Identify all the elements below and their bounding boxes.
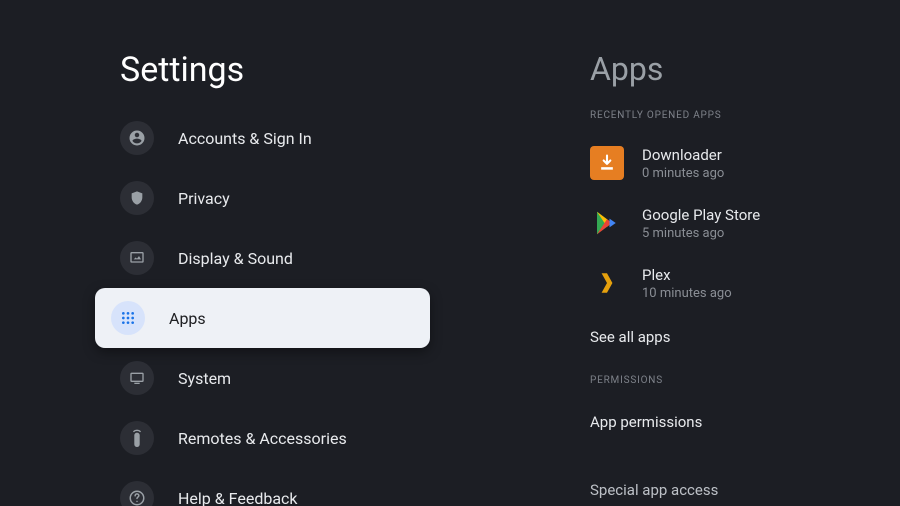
- apps-grid-icon: [111, 301, 145, 335]
- app-subtext: 5 minutes ago: [642, 226, 760, 241]
- app-name: Plex: [642, 266, 732, 284]
- shield-icon: [120, 181, 154, 215]
- play-store-icon: [590, 206, 624, 240]
- app-row-downloader[interactable]: Downloader 0 minutes ago: [590, 133, 860, 193]
- downloader-icon: [590, 146, 624, 180]
- section-header-permissions: PERMISSIONS: [590, 375, 860, 386]
- app-name: Downloader: [642, 146, 724, 164]
- sidebar-item-label: Display & Sound: [178, 249, 293, 268]
- sidebar-item-label: Remotes & Accessories: [178, 429, 347, 448]
- help-icon: [120, 481, 154, 506]
- app-row-plex[interactable]: Plex 10 minutes ago: [590, 253, 860, 313]
- section-header-recent: RECENTLY OPENED APPS: [590, 110, 860, 121]
- settings-menu: Accounts & Sign In Privacy Display & Sou…: [0, 108, 470, 506]
- sidebar-item-display-sound[interactable]: Display & Sound: [0, 228, 470, 288]
- sidebar-item-privacy[interactable]: Privacy: [0, 168, 470, 228]
- sidebar-item-accounts[interactable]: Accounts & Sign In: [0, 108, 470, 168]
- app-row-play-store[interactable]: Google Play Store 5 minutes ago: [590, 193, 860, 253]
- apps-panel: Apps RECENTLY OPENED APPS Downloader 0 m…: [470, 0, 900, 506]
- app-permissions-link[interactable]: App permissions: [590, 398, 860, 446]
- plex-icon: [590, 266, 624, 300]
- sidebar-item-label: Help & Feedback: [178, 489, 298, 506]
- image-icon: [120, 241, 154, 275]
- sidebar-item-label: System: [178, 369, 231, 388]
- settings-sidebar: Settings Accounts & Sign In Privacy Disp…: [0, 0, 470, 506]
- app-subtext: 0 minutes ago: [642, 166, 724, 181]
- sidebar-item-apps[interactable]: Apps: [95, 288, 430, 348]
- sidebar-item-remotes[interactable]: Remotes & Accessories: [0, 408, 470, 468]
- remote-icon: [120, 421, 154, 455]
- account-circle-icon: [120, 121, 154, 155]
- app-subtext: 10 minutes ago: [642, 286, 732, 301]
- sidebar-item-label: Accounts & Sign In: [178, 129, 312, 148]
- app-name: Google Play Store: [642, 206, 760, 224]
- special-app-access-link[interactable]: Special app access: [590, 466, 718, 506]
- sidebar-item-label: Apps: [169, 309, 206, 328]
- sidebar-item-label: Privacy: [178, 189, 230, 208]
- page-title: Settings: [120, 50, 470, 90]
- tv-icon: [120, 361, 154, 395]
- see-all-apps-link[interactable]: See all apps: [590, 313, 860, 361]
- panel-title: Apps: [590, 50, 860, 88]
- sidebar-item-help[interactable]: Help & Feedback: [0, 468, 470, 506]
- sidebar-item-system[interactable]: System: [0, 348, 470, 408]
